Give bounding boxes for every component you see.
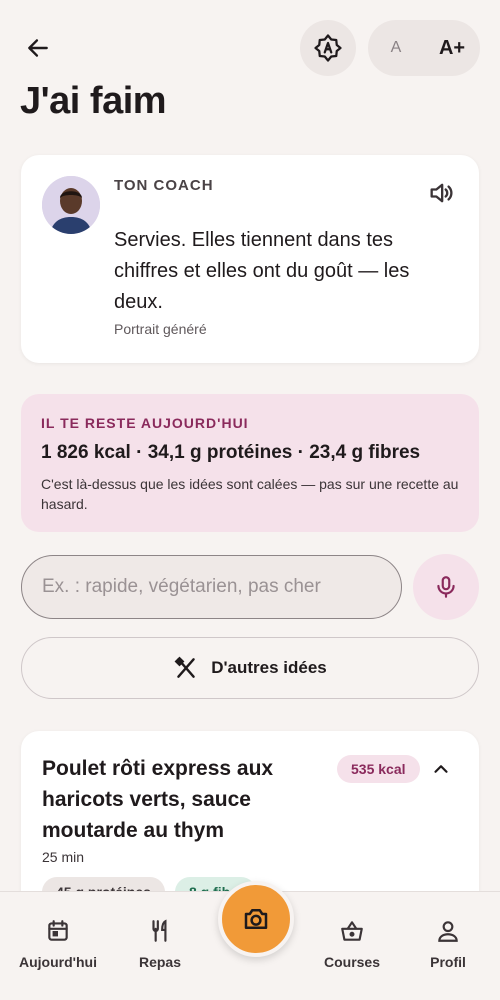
more-ideas-button[interactable]: D'autres idées [21,637,479,699]
voice-input-button[interactable] [413,554,479,620]
coach-subtitle: Portrait généré [114,321,207,337]
brightness-auto-icon [314,34,342,62]
recipe-title: Poulet rôti express aux haricots verts, … [42,757,274,842]
chevron-up-icon [434,765,448,773]
coach-avatar [42,176,100,234]
contrast-button[interactable] [300,20,356,76]
search-input[interactable] [21,555,402,619]
top-bar: A A+ J'ai faim [0,0,500,122]
camera-icon [244,909,268,929]
remaining-values: 1 826 kcal · 34,1 g protéines · 23,4 g f… [41,442,421,463]
cutlery-icon [152,919,167,942]
font-large-button[interactable]: A+ [424,37,480,60]
cutlery-icon [174,656,195,678]
nav-label-meals: Repas [138,954,182,970]
coach-label: TON COACH [114,177,214,194]
recipe-time: 25 min [42,849,85,865]
coach-message: Servies. Elles tiennent dans tes chiffre… [114,229,410,313]
speaker-icon [430,183,453,203]
more-ideas-label: D'autres idées [211,658,327,677]
person-icon [438,921,458,942]
nav-item-profile[interactable]: Profil [398,918,498,970]
basket-icon [341,921,363,941]
nav-item-meals[interactable]: Repas [110,918,210,970]
remaining-label: IL TE RESTE AUJOURD'HUI [41,415,249,431]
nav-item-groceries[interactable]: Courses [302,918,402,970]
nav-label-today: Aujourd'hui [19,954,97,970]
nav-label-profile: Profil [430,954,466,970]
camera-button[interactable] [218,881,294,957]
nav-item-today[interactable]: Aujourd'hui [8,918,108,970]
arrow-left-icon [28,39,48,57]
microphone-icon [437,576,455,598]
kcal-badge: 535 kcal [337,755,420,783]
font-small-button[interactable]: A [368,39,424,57]
read-aloud-button[interactable] [423,175,459,211]
page-title: J'ai faim [20,80,167,122]
coach-card: TON COACH Servies. Elles tiennent dans t… [21,155,479,363]
nav-label-groceries: Courses [323,954,381,970]
back-button[interactable] [20,30,56,66]
calendar-icon [48,920,68,941]
remaining-card: IL TE RESTE AUJOURD'HUI 1 826 kcal · 34,… [21,394,479,532]
font-size-toggle: A A+ [368,20,480,76]
remaining-note: C'est là-dessus que les idées sont calée… [41,476,459,512]
collapse-button[interactable] [425,753,457,785]
